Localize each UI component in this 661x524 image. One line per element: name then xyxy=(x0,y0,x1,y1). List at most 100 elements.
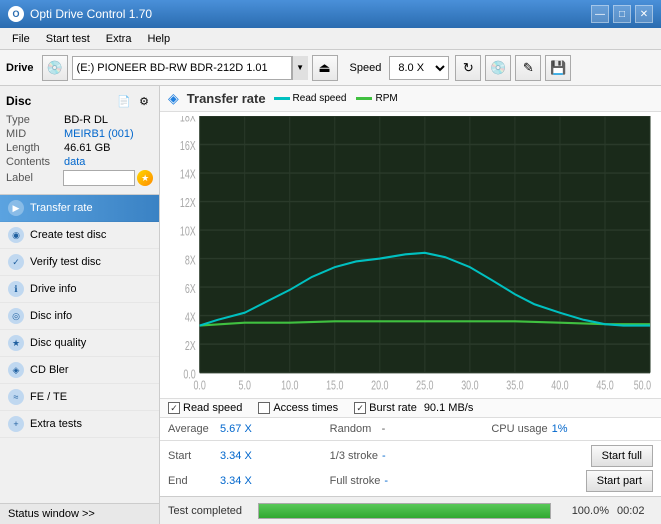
cb-access-times-label: Access times xyxy=(273,402,338,414)
disc-button[interactable]: 💿 xyxy=(485,55,511,81)
legend-read-label: Read speed xyxy=(293,93,347,104)
svg-text:0.0: 0.0 xyxy=(193,379,205,393)
cb-read-speed[interactable]: Read speed xyxy=(168,402,242,414)
menu-file[interactable]: File xyxy=(4,31,38,47)
svg-text:5.0: 5.0 xyxy=(239,379,251,393)
disc-info-icon[interactable]: 📄 xyxy=(115,92,133,110)
cb-burst-rate[interactable]: Burst rate 90.1 MB/s xyxy=(354,402,473,414)
cb-read-speed-box[interactable] xyxy=(168,402,180,414)
contents-label: Contents xyxy=(6,156,64,168)
menu-help[interactable]: Help xyxy=(139,31,178,47)
mid-label: MID xyxy=(6,128,64,140)
average-label: Average xyxy=(168,423,216,435)
contents-value[interactable]: data xyxy=(64,156,85,168)
nav-disc-info[interactable]: ◎ Disc info xyxy=(0,303,159,330)
minimize-button[interactable]: — xyxy=(591,5,609,23)
nav-extra-tests[interactable]: + Extra tests xyxy=(0,411,159,438)
nav-extra-tests-label: Extra tests xyxy=(30,418,82,430)
eject-button[interactable]: ⏏ xyxy=(312,55,338,81)
chart-svg: 18X 16X 14X 12X 10X 8X 6X 4X 2X 0.0 0.0 … xyxy=(168,116,653,394)
cb-access-times[interactable]: Access times xyxy=(258,402,338,414)
nav-drive-info-label: Drive info xyxy=(30,283,76,295)
nav-disc-info-label: Disc info xyxy=(30,310,72,322)
drive-label: Drive xyxy=(6,62,34,74)
mid-value: MEIRB1 (001) xyxy=(64,128,134,140)
main-layout: Disc 📄 ⚙ Type BD-R DL MID MEIRB1 (001) L… xyxy=(0,86,661,524)
status-text: Test completed xyxy=(168,505,242,517)
legend-rpm-label: RPM xyxy=(375,93,397,104)
progress-bar-fill xyxy=(259,504,550,518)
nav-fe-te[interactable]: ≈ FE / TE xyxy=(0,384,159,411)
svg-text:4X: 4X xyxy=(185,311,196,325)
chart-icon: ◈ xyxy=(168,90,179,107)
cb-access-times-box[interactable] xyxy=(258,402,270,414)
nav-section: ▶ Transfer rate ◉ Create test disc ✓ Ver… xyxy=(0,195,159,503)
sidebar: Disc 📄 ⚙ Type BD-R DL MID MEIRB1 (001) L… xyxy=(0,86,160,524)
cb-burst-rate-box[interactable] xyxy=(354,402,366,414)
menu-start-test[interactable]: Start test xyxy=(38,31,98,47)
svg-text:15.0: 15.0 xyxy=(326,379,343,393)
nav-create-test-disc-label: Create test disc xyxy=(30,229,106,241)
length-label: Length xyxy=(6,142,64,154)
fullstroke-value: - xyxy=(384,475,388,487)
progress-time: 00:02 xyxy=(617,505,653,517)
svg-text:8X: 8X xyxy=(185,254,196,268)
drive-select[interactable]: (E:) PIONEER BD-RW BDR-212D 1.01 xyxy=(72,56,292,80)
close-button[interactable]: ✕ xyxy=(635,5,653,23)
svg-text:30.0: 30.0 xyxy=(461,379,478,393)
progress-bar xyxy=(258,503,551,519)
legend-read-color xyxy=(274,97,290,100)
maximize-button[interactable]: □ xyxy=(613,5,631,23)
cd-bler-icon: ◈ xyxy=(8,362,24,378)
nav-create-test-disc[interactable]: ◉ Create test disc xyxy=(0,222,159,249)
svg-text:50.0 GB: 50.0 GB xyxy=(634,379,653,393)
nav-transfer-rate-label: Transfer rate xyxy=(30,202,93,214)
svg-text:35.0: 35.0 xyxy=(506,379,523,393)
status-window-button[interactable]: Status window >> xyxy=(0,503,159,524)
title-bar: O Opti Drive Control 1.70 — □ ✕ xyxy=(0,0,661,28)
length-value: 46.61 GB xyxy=(64,142,110,154)
label-icon[interactable]: ★ xyxy=(137,170,153,186)
menu-extra[interactable]: Extra xyxy=(98,31,140,47)
stats-grid: Average 5.67 X Random - CPU usage 1% xyxy=(160,418,661,441)
checkboxes-row: Read speed Access times Burst rate 90.1 … xyxy=(160,398,661,418)
save-button[interactable]: 💾 xyxy=(545,55,571,81)
progress-area: Test completed 100.0% 00:02 xyxy=(160,496,661,524)
drive-select-arrow[interactable]: ▼ xyxy=(292,56,308,80)
svg-text:14X: 14X xyxy=(180,168,196,182)
write-button[interactable]: ✎ xyxy=(515,55,541,81)
svg-text:18X: 18X xyxy=(180,116,196,125)
random-label: Random xyxy=(330,423,378,435)
action-rows: Start 3.34 X 1/3 stroke - Start full End… xyxy=(160,441,661,496)
start-part-button[interactable]: Start part xyxy=(586,470,653,492)
disc-title: Disc xyxy=(6,94,31,108)
disc-quality-icon: ★ xyxy=(8,335,24,351)
disc-settings-icon[interactable]: ⚙ xyxy=(135,92,153,110)
svg-text:20.0: 20.0 xyxy=(371,379,388,393)
app-title: Opti Drive Control 1.70 xyxy=(30,7,152,21)
speed-label: Speed xyxy=(350,62,382,74)
label-input[interactable] xyxy=(63,170,135,186)
chart-title: Transfer rate xyxy=(187,91,266,106)
app-icon: O xyxy=(8,6,24,22)
verify-test-disc-icon: ✓ xyxy=(8,254,24,270)
refresh-button[interactable]: ↻ xyxy=(455,55,481,81)
drive-icon-button[interactable]: 💿 xyxy=(42,55,68,81)
nav-transfer-rate[interactable]: ▶ Transfer rate xyxy=(0,195,159,222)
fullstroke-label: Full stroke xyxy=(330,475,381,487)
speed-select[interactable]: 8.0 X xyxy=(389,56,449,80)
type-value: BD-R DL xyxy=(64,114,108,126)
progress-percent: 100.0% xyxy=(559,505,609,517)
nav-disc-quality[interactable]: ★ Disc quality xyxy=(0,330,159,357)
create-test-disc-icon: ◉ xyxy=(8,227,24,243)
nav-disc-quality-label: Disc quality xyxy=(30,337,86,349)
svg-text:25.0: 25.0 xyxy=(416,379,433,393)
nav-cd-bler[interactable]: ◈ CD Bler xyxy=(0,357,159,384)
nav-verify-test-disc-label: Verify test disc xyxy=(30,256,101,268)
start-full-button[interactable]: Start full xyxy=(591,445,653,467)
nav-drive-info[interactable]: ℹ Drive info xyxy=(0,276,159,303)
cb-read-speed-label: Read speed xyxy=(183,402,242,414)
burst-rate-value: 90.1 MB/s xyxy=(424,402,474,414)
legend-rpm: RPM xyxy=(356,93,397,104)
nav-verify-test-disc[interactable]: ✓ Verify test disc xyxy=(0,249,159,276)
